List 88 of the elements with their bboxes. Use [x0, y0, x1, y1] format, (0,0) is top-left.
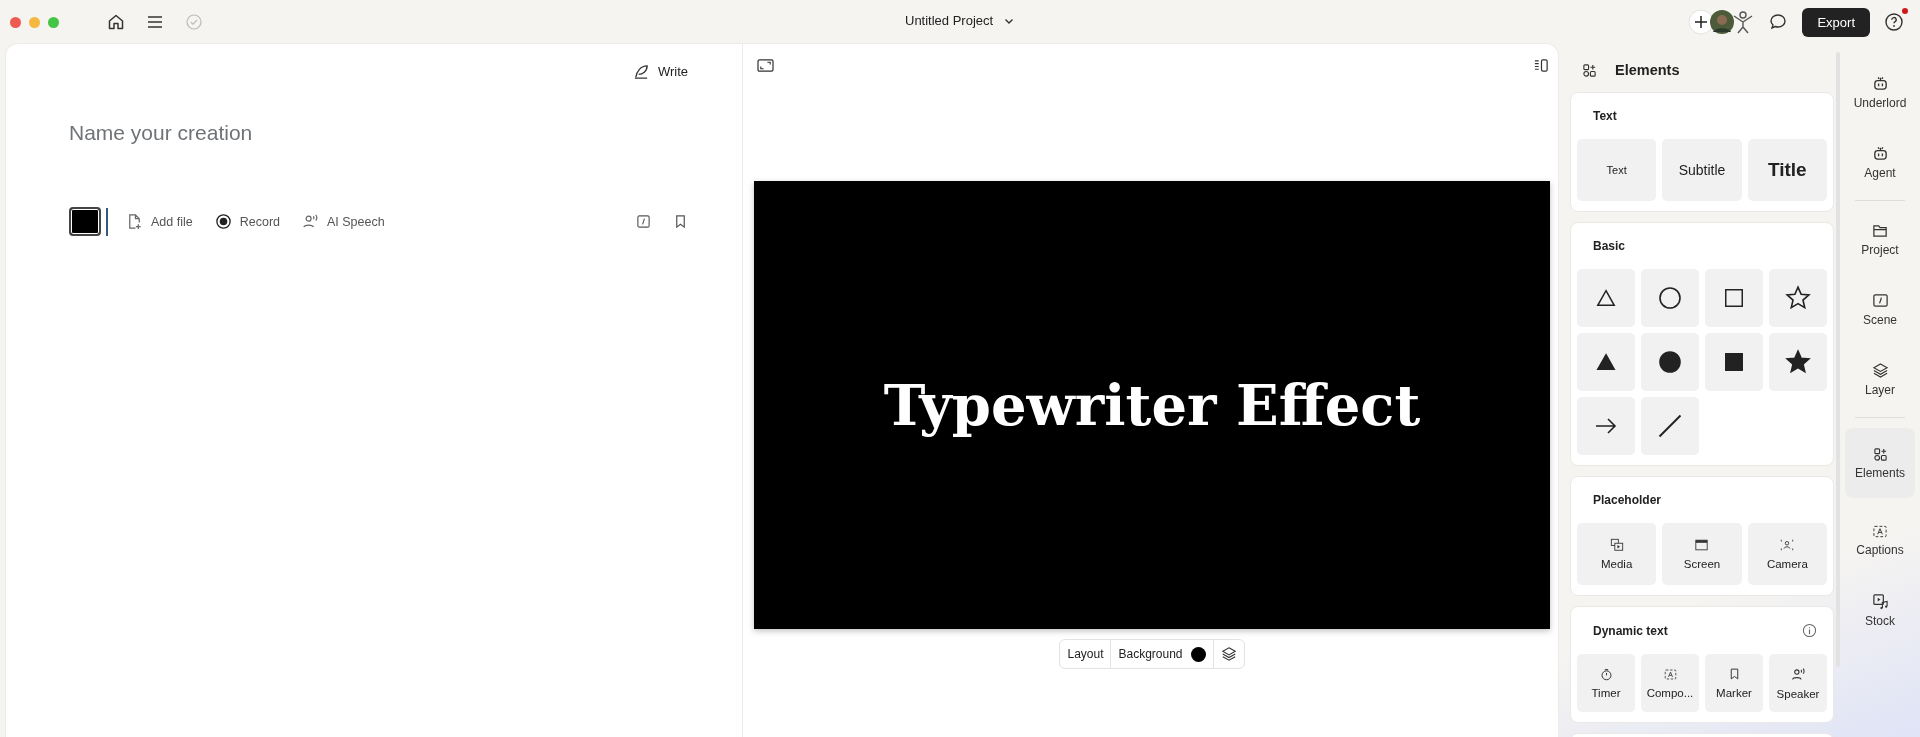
- file-plus-icon: [126, 213, 143, 230]
- arrow-shape-tile[interactable]: [1577, 397, 1635, 455]
- record-icon: [214, 213, 232, 230]
- robot-icon: [1871, 144, 1889, 162]
- elements-icon: [1582, 62, 1597, 78]
- video-preview[interactable]: Typewriter Effect: [754, 181, 1550, 629]
- background-color-dot: [1190, 646, 1206, 662]
- triangle-icon: [1595, 287, 1617, 309]
- sidebar-item[interactable]: Captions: [1845, 512, 1915, 568]
- sidebar-item[interactable]: Layer: [1845, 351, 1915, 407]
- ai-speech-button[interactable]: AI Speech: [302, 213, 385, 230]
- script-view-icon[interactable]: [1533, 58, 1550, 73]
- element-tile[interactable]: Media: [1577, 523, 1657, 585]
- square-shape-tile[interactable]: [1705, 333, 1763, 391]
- element-tile[interactable]: Compo...: [1641, 654, 1699, 712]
- element-tile[interactable]: Marker: [1705, 654, 1763, 712]
- element-tile[interactable]: Speaker: [1769, 654, 1827, 712]
- element-tile[interactable]: Title: [1747, 139, 1827, 201]
- circle-icon: [1658, 286, 1682, 310]
- sidebar-item[interactable]: Elements: [1845, 428, 1915, 498]
- element-tile[interactable]: Timer: [1577, 654, 1635, 712]
- background-button[interactable]: Background: [1110, 640, 1214, 668]
- record-button[interactable]: Record: [214, 213, 280, 230]
- captions-icon: [1872, 523, 1888, 539]
- media-icon: [1609, 538, 1624, 552]
- square-icon: [1723, 287, 1745, 309]
- help-icon[interactable]: [1884, 12, 1904, 32]
- export-button[interactable]: Export: [1802, 7, 1870, 37]
- check-circle-icon[interactable]: [185, 13, 203, 31]
- captions-icon: [1662, 667, 1678, 681]
- layers-icon: [1220, 646, 1237, 662]
- element-tile[interactable]: Screen: [1662, 523, 1742, 585]
- element-tile[interactable]: Camera: [1747, 523, 1827, 585]
- line-shape-tile[interactable]: [1641, 397, 1699, 455]
- close-window-button[interactable]: [10, 16, 21, 28]
- line-icon: [1656, 412, 1684, 440]
- feather-pen-icon: [632, 62, 650, 80]
- avatar[interactable]: [1710, 10, 1735, 34]
- layers-icon: [1871, 361, 1889, 379]
- elements-icon: [1872, 446, 1888, 462]
- sidebar-item[interactable]: Agent: [1845, 134, 1915, 190]
- speaker-person-icon: [1790, 666, 1806, 682]
- timer-icon: [1599, 667, 1613, 681]
- slash-command-icon[interactable]: [636, 214, 651, 229]
- menu-icon[interactable]: [146, 13, 164, 31]
- sidebar-item[interactable]: Stock: [1845, 582, 1915, 638]
- element-tile[interactable]: Subtitle: [1662, 139, 1742, 201]
- section-title: Placeholder: [1593, 493, 1662, 507]
- bookmark-icon[interactable]: [673, 214, 688, 229]
- screen-icon: [1694, 538, 1710, 552]
- section-title: Basic: [1593, 239, 1626, 253]
- star-shape-tile[interactable]: [1769, 333, 1827, 391]
- sidebar-item[interactable]: Project: [1845, 211, 1915, 267]
- speaker-person-icon: [302, 213, 319, 230]
- person-icon[interactable]: [1732, 10, 1755, 34]
- home-icon[interactable]: [107, 13, 125, 31]
- element-tile[interactable]: Text: [1577, 139, 1657, 201]
- comment-icon[interactable]: [1768, 12, 1789, 32]
- camera-person-icon: [1780, 538, 1795, 552]
- color-swatch[interactable]: [69, 207, 101, 236]
- triangle-shape-tile[interactable]: [1577, 333, 1635, 391]
- square-icon: [1723, 351, 1745, 373]
- star-icon: [1785, 285, 1811, 311]
- circle-shape-tile[interactable]: [1641, 333, 1699, 391]
- section-title: Dynamic text: [1593, 623, 1668, 638]
- star-shape-tile[interactable]: [1769, 269, 1827, 327]
- scene-icon: [1871, 291, 1889, 309]
- headline-text[interactable]: Typewriter Effect: [883, 372, 1421, 438]
- circle-shape-tile[interactable]: [1641, 269, 1699, 327]
- section-title: Text: [1593, 109, 1617, 123]
- aspect-ratio-icon[interactable]: [757, 58, 774, 73]
- project-title[interactable]: Untitled Project: [905, 13, 994, 28]
- square-shape-tile[interactable]: [1705, 269, 1763, 327]
- info-icon[interactable]: [1802, 623, 1817, 638]
- add-collaborator-icon[interactable]: [1688, 9, 1715, 35]
- write-button[interactable]: Write: [632, 58, 688, 84]
- triangle-shape-tile[interactable]: [1577, 269, 1635, 327]
- circle-icon: [1658, 350, 1682, 374]
- layout-button[interactable]: Layout: [1060, 640, 1111, 668]
- text-cursor: [106, 207, 108, 236]
- sidebar-item[interactable]: Underlord: [1845, 64, 1915, 120]
- triangle-icon: [1595, 351, 1617, 373]
- robot-icon: [1871, 74, 1889, 92]
- add-file-button[interactable]: Add file: [126, 213, 193, 230]
- sidebar-item[interactable]: Scene: [1845, 281, 1915, 337]
- star-icon: [1785, 349, 1811, 375]
- panel-title: Elements: [1615, 62, 1680, 78]
- media-music-icon: [1871, 592, 1889, 610]
